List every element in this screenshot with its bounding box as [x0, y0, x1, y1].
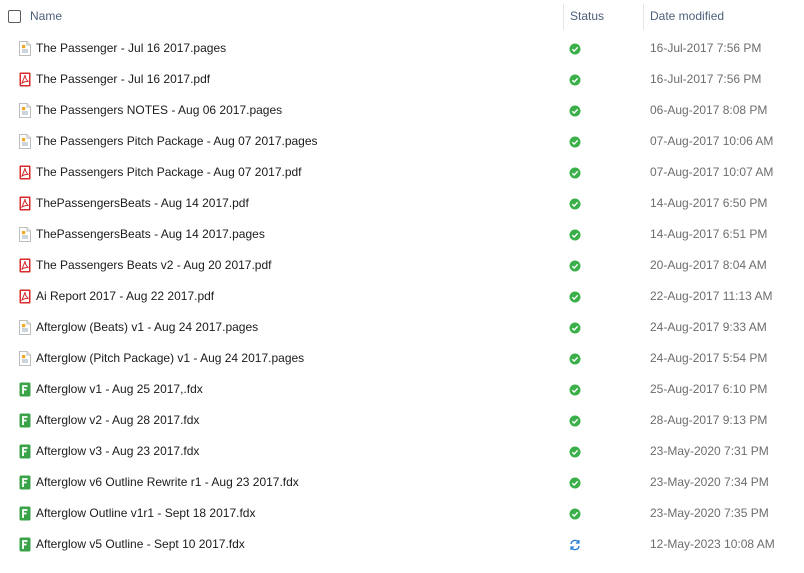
pages-file-icon: [19, 351, 31, 366]
fdx-file-icon: [19, 475, 31, 490]
file-row[interactable]: Afterglow (Pitch Package) v1 - Aug 24 20…: [0, 343, 790, 374]
fdx-file-icon: [19, 537, 31, 552]
file-row[interactable]: Afterglow Outline v1r1 - Sept 18 2017.fd…: [0, 498, 790, 529]
synced-check-icon: [569, 477, 581, 489]
synced-check-icon: [569, 229, 581, 241]
synced-check-icon: [569, 415, 581, 427]
file-row[interactable]: Ai Report 2017 - Aug 22 2017.pdf 22-Aug-2…: [0, 281, 790, 312]
pages-file-icon: [19, 41, 31, 56]
date-modified: 07-Aug-2017 10:07 AM: [650, 165, 774, 179]
synced-check-icon: [569, 260, 581, 272]
date-modified: 23-May-2020 7:34 PM: [650, 475, 769, 489]
column-divider[interactable]: [563, 4, 564, 30]
synced-check-icon: [569, 353, 581, 365]
synced-check-icon: [569, 136, 581, 148]
sync-pending-icon: [569, 539, 581, 551]
synced-check-icon: [569, 384, 581, 396]
pages-file-icon: [19, 320, 31, 335]
pdf-file-icon: [19, 72, 31, 87]
column-divider[interactable]: [643, 4, 644, 30]
file-name[interactable]: Afterglow v5 Outline - Sept 10 2017.fdx: [36, 529, 245, 560]
column-header-bar: Name Status Date modified: [0, 0, 804, 33]
pdf-file-icon: [19, 165, 31, 180]
synced-check-icon: [569, 74, 581, 86]
file-row[interactable]: Afterglow v2 - Aug 28 2017.fdx 28-Aug-201…: [0, 405, 790, 436]
file-row[interactable]: The Passenger - Jul 16 2017.pages 16-Jul-…: [0, 33, 790, 64]
synced-check-icon: [569, 446, 581, 458]
pages-file-icon: [19, 227, 31, 242]
file-name[interactable]: Afterglow v3 - Aug 23 2017.fdx: [36, 436, 199, 467]
synced-check-icon: [569, 508, 581, 520]
file-name[interactable]: Afterglow (Pitch Package) v1 - Aug 24 20…: [36, 343, 304, 374]
fdx-file-icon: [19, 506, 31, 521]
date-modified: 25-Aug-2017 6:10 PM: [650, 382, 768, 396]
fdx-file-icon: [19, 413, 31, 428]
date-modified: 24-Aug-2017 5:54 PM: [650, 351, 768, 365]
synced-check-icon: [569, 167, 581, 179]
synced-check-icon: [569, 198, 581, 210]
synced-check-icon: [569, 105, 581, 117]
date-modified: 12-May-2023 10:08 AM: [650, 537, 775, 551]
file-name[interactable]: Afterglow v6 Outline Rewrite r1 - Aug 23…: [36, 467, 299, 498]
select-all-checkbox[interactable]: [8, 10, 21, 23]
date-modified: 22-Aug-2017 11:13 AM: [650, 289, 773, 303]
date-modified: 14-Aug-2017 6:51 PM: [650, 227, 768, 241]
date-modified: 16-Jul-2017 7:56 PM: [650, 72, 762, 86]
date-modified: 28-Aug-2017 9:13 PM: [650, 413, 768, 427]
file-name[interactable]: Afterglow v1 - Aug 25 2017,.fdx: [36, 374, 203, 405]
file-row[interactable]: The Passengers Pitch Package - Aug 07 20…: [0, 157, 790, 188]
file-row[interactable]: Afterglow v3 - Aug 23 2017.fdx 23-May-202…: [0, 436, 790, 467]
file-name[interactable]: Afterglow (Beats) v1 - Aug 24 2017.pages: [36, 312, 258, 343]
file-name[interactable]: The Passengers Beats v2 - Aug 20 2017.pd…: [36, 250, 272, 281]
date-modified: 14-Aug-2017 6:50 PM: [650, 196, 768, 210]
file-name[interactable]: ThePassengersBeats - Aug 14 2017.pages: [36, 219, 265, 250]
file-row[interactable]: Afterglow v5 Outline - Sept 10 2017.fdx 1…: [0, 529, 790, 560]
status-column-header[interactable]: Status: [570, 0, 604, 33]
date-modified: 07-Aug-2017 10:06 AM: [650, 134, 774, 148]
date-modified: 06-Aug-2017 8:08 PM: [650, 103, 768, 117]
date-modified-column-header[interactable]: Date modified: [650, 0, 724, 33]
file-row[interactable]: Afterglow v1 - Aug 25 2017,.fdx 25-Aug-20…: [0, 374, 790, 405]
file-row[interactable]: Afterglow (Beats) v1 - Aug 24 2017.pages…: [0, 312, 790, 343]
date-modified: 23-May-2020 7:35 PM: [650, 506, 769, 520]
file-row[interactable]: The Passengers Beats v2 - Aug 20 2017.pd…: [0, 250, 790, 281]
file-name[interactable]: The Passengers NOTES - Aug 06 2017.pages: [36, 95, 282, 126]
name-column-header[interactable]: Name: [30, 0, 62, 33]
file-name[interactable]: Afterglow Outline v1r1 - Sept 18 2017.fd…: [36, 498, 255, 529]
synced-check-icon: [569, 322, 581, 334]
pages-file-icon: [19, 134, 31, 149]
fdx-file-icon: [19, 382, 31, 397]
synced-check-icon: [569, 43, 581, 55]
pages-file-icon: [19, 103, 31, 118]
file-row[interactable]: Afterglow v6 Outline Rewrite r1 - Aug 23…: [0, 467, 790, 498]
file-row[interactable]: ThePassengersBeats - Aug 14 2017.pages 14…: [0, 219, 790, 250]
fdx-file-icon: [19, 444, 31, 459]
file-row[interactable]: The Passengers Pitch Package - Aug 07 20…: [0, 126, 790, 157]
pdf-file-icon: [19, 258, 31, 273]
file-row[interactable]: ThePassengersBeats - Aug 14 2017.pdf 14-A…: [0, 188, 790, 219]
date-modified: 20-Aug-2017 8:04 AM: [650, 258, 767, 272]
file-name[interactable]: Afterglow v2 - Aug 28 2017.fdx: [36, 405, 199, 436]
file-name[interactable]: The Passenger - Jul 16 2017.pdf: [36, 64, 210, 95]
date-modified: 23-May-2020 7:31 PM: [650, 444, 769, 458]
file-name[interactable]: The Passenger - Jul 16 2017.pages: [36, 33, 226, 64]
file-name[interactable]: Ai Report 2017 - Aug 22 2017.pdf: [36, 281, 214, 312]
synced-check-icon: [569, 291, 581, 303]
pdf-file-icon: [19, 196, 31, 211]
date-modified: 24-Aug-2017 9:33 AM: [650, 320, 767, 334]
file-row[interactable]: The Passengers NOTES - Aug 06 2017.pages…: [0, 95, 790, 126]
file-row[interactable]: The Passenger - Jul 16 2017.pdf 16-Jul-20…: [0, 64, 790, 95]
file-name[interactable]: ThePassengersBeats - Aug 14 2017.pdf: [36, 188, 249, 219]
date-modified: 16-Jul-2017 7:56 PM: [650, 41, 762, 55]
file-name[interactable]: The Passengers Pitch Package - Aug 07 20…: [36, 157, 302, 188]
pdf-file-icon: [19, 289, 31, 304]
file-name[interactable]: The Passengers Pitch Package - Aug 07 20…: [36, 126, 318, 157]
